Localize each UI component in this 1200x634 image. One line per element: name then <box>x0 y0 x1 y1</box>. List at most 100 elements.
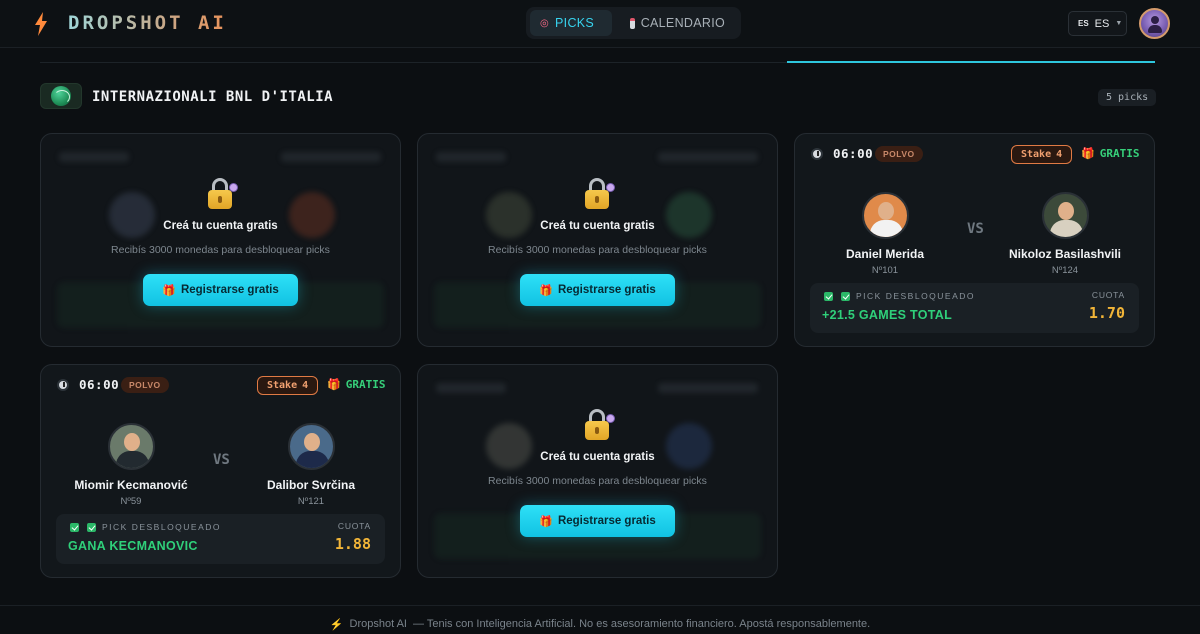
stake-value: 4 <box>302 380 309 391</box>
surface-badge: POLVO <box>875 146 923 162</box>
language-code: ES <box>1094 17 1110 30</box>
calendar-icon <box>630 17 635 29</box>
locked-pick-card: Creá tu cuenta gratis Recibís 3000 moned… <box>417 133 778 347</box>
player-photo <box>1041 192 1089 239</box>
register-button-label: Registrarse gratis <box>180 284 279 296</box>
tab-picks[interactable]: ◎ PICKS <box>530 10 612 36</box>
register-button[interactable]: 🎁 Registrarse gratis <box>520 274 675 306</box>
top-bar: DROPSHOT AI ◎ PICKS CALENDARIO ES ES ▼ <box>0 0 1200 48</box>
picks-count-badge: 5 picks <box>1098 89 1157 106</box>
register-button[interactable]: 🎁 Registrarse gratis <box>520 505 675 537</box>
tab-calendario-label: CALENDARIO <box>640 16 725 30</box>
tab-calendario[interactable]: CALENDARIO <box>620 10 735 36</box>
stake-value: 4 <box>1056 149 1063 160</box>
unlocked-pick: PICK DESBLOQUEADO GANA KECMANOVIC CUOTA … <box>56 514 385 564</box>
match-time: 06:00 <box>79 377 120 392</box>
match-time: 06:00 <box>833 146 874 161</box>
footer-divider <box>0 605 1200 606</box>
stake-badge: Stake 4 <box>1011 145 1073 164</box>
pick-card[interactable]: 06:00 POLVO Stake 4 🎁 GRATIS Miomir Kecm… <box>40 364 401 578</box>
free-label: GRATIS <box>345 378 386 391</box>
lock-icon <box>583 409 615 441</box>
free-label: GRATIS <box>1099 147 1140 160</box>
player-rank: Nº59 <box>120 496 142 507</box>
player-photo <box>107 423 155 470</box>
player-photo <box>287 423 335 470</box>
surface-badge: POLVO <box>121 377 169 393</box>
player-right: Nikoloz Basilashvili Nº124 <box>995 192 1135 276</box>
pick-card[interactable]: 06:00 POLVO Stake 4 🎁 GRATIS Daniel Meri… <box>794 133 1155 347</box>
odds-label: CUOTA <box>1091 290 1125 300</box>
target-icon: ◎ <box>540 17 550 29</box>
tab-picks-label: PICKS <box>555 16 595 30</box>
lock-subtitle: Recibís 3000 monedas para desbloquear pi… <box>488 475 707 487</box>
pick-status: PICK DESBLOQUEADO <box>856 291 976 301</box>
player-photo <box>861 192 909 239</box>
tournament-title: INTERNAZIONALI BNL D'ITALIA <box>92 89 334 105</box>
vs-label: VS <box>967 221 984 237</box>
bolt-icon: ⚡ <box>329 619 344 631</box>
footer-text: — Tenis con Inteligencia Artificial. No … <box>413 618 871 630</box>
odds-value: 1.88 <box>334 535 371 553</box>
gift-icon: 🎁 <box>539 284 553 297</box>
gift-icon: 🎁 <box>1081 147 1095 160</box>
language-flag: ES <box>1078 19 1089 28</box>
lock-title: Creá tu cuenta gratis <box>540 220 655 232</box>
player-left: Daniel Merida Nº101 <box>815 192 955 276</box>
bolt-logo-icon[interactable] <box>33 12 49 36</box>
user-avatar[interactable] <box>1139 8 1170 39</box>
stake-label: Stake <box>267 380 298 391</box>
vs-label: VS <box>213 452 230 468</box>
register-button-label: Registrarse gratis <box>557 515 656 527</box>
register-button[interactable]: 🎁 Registrarse gratis <box>143 274 298 306</box>
gift-icon: 🎁 <box>539 515 553 528</box>
language-select[interactable]: ES ES ▼ <box>1068 11 1127 36</box>
player-name: Miomir Kecmanović <box>74 478 188 492</box>
odds-label: CUOTA <box>337 521 371 531</box>
clock-icon <box>811 148 823 160</box>
lock-overlay: Creá tu cuenta gratis Recibís 3000 moned… <box>41 134 400 346</box>
lock-subtitle: Recibís 3000 monedas para desbloquear pi… <box>111 244 330 256</box>
check-icon <box>87 523 96 532</box>
pick-value: GANA KECMANOVIC <box>68 539 198 553</box>
gift-icon: 🎁 <box>162 284 176 297</box>
lock-overlay: Creá tu cuenta gratis Recibís 3000 moned… <box>418 365 777 577</box>
check-icon <box>70 523 79 532</box>
free-badge: 🎁 GRATIS <box>327 378 385 391</box>
player-right: Dalibor Svrčina Nº121 <box>241 423 381 507</box>
tournament-logo <box>40 83 82 109</box>
register-button-label: Registrarse gratis <box>557 284 656 296</box>
stake-badge: Stake 4 <box>257 376 319 395</box>
player-rank: Nº101 <box>871 265 899 276</box>
free-badge: 🎁 GRATIS <box>1081 147 1139 160</box>
clock-icon <box>57 379 69 391</box>
stake-label: Stake <box>1021 149 1052 160</box>
tennis-ball-icon <box>51 86 71 106</box>
lock-icon <box>206 178 238 210</box>
lock-title: Creá tu cuenta gratis <box>163 220 278 232</box>
check-icon <box>824 292 833 301</box>
main-nav: ◎ PICKS CALENDARIO <box>526 7 741 39</box>
lock-icon <box>583 178 615 210</box>
pick-value: +21.5 GAMES TOTAL <box>822 308 953 322</box>
brand-name[interactable]: DROPSHOT AI <box>68 12 227 34</box>
player-name: Dalibor Svrčina <box>266 478 356 492</box>
check-icon <box>841 292 850 301</box>
odds-value: 1.70 <box>1088 304 1125 322</box>
locked-pick-card: Creá tu cuenta gratis Recibís 3000 moned… <box>40 133 401 347</box>
footer-brand: Dropshot AI <box>349 618 407 630</box>
unlocked-pick: PICK DESBLOQUEADO +21.5 GAMES TOTAL CUOT… <box>810 283 1139 333</box>
gift-icon: 🎁 <box>327 378 341 391</box>
pick-status: PICK DESBLOQUEADO <box>102 522 222 532</box>
scroll-indicator <box>787 61 1155 63</box>
chevron-down-icon: ▼ <box>1115 20 1123 27</box>
player-rank: Nº121 <box>297 496 325 507</box>
player-left: Miomir Kecmanović Nº59 <box>61 423 201 507</box>
player-rank: Nº124 <box>1051 265 1079 276</box>
footer: ⚡ Dropshot AI — Tenis con Inteligencia A… <box>0 618 1200 631</box>
locked-pick-card: Creá tu cuenta gratis Recibís 3000 moned… <box>417 364 778 578</box>
player-name: Daniel Merida <box>845 247 925 261</box>
lock-title: Creá tu cuenta gratis <box>540 451 655 463</box>
player-name: Nikoloz Basilashvili <box>1008 247 1122 261</box>
lock-overlay: Creá tu cuenta gratis Recibís 3000 moned… <box>418 134 777 346</box>
